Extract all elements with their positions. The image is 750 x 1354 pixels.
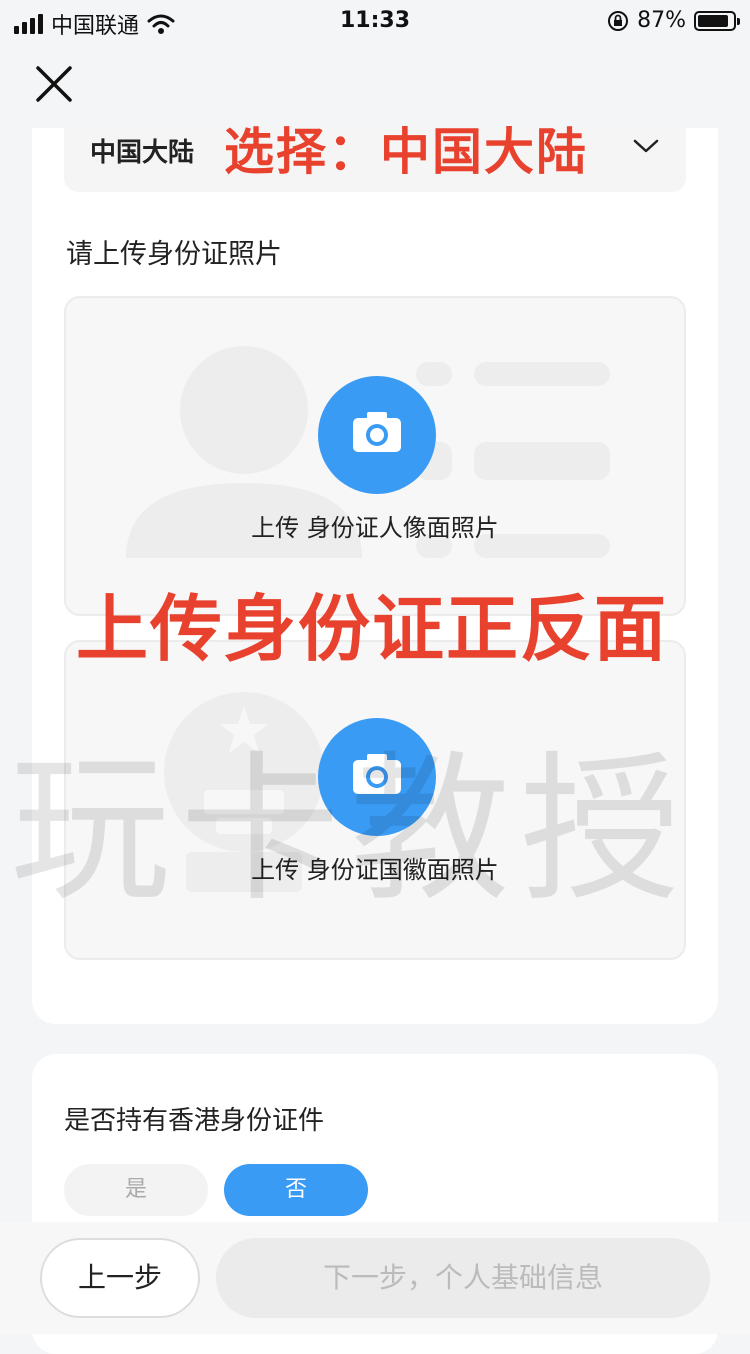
orientation-lock-icon [608,10,629,31]
hk-id-question: 是否持有香港身份证件 [64,1106,325,1136]
upload-title: 请上传身份证照片 [66,239,282,270]
close-button[interactable] [34,64,74,104]
bottom-action-bar: 上一步 下一步，个人基础信息 [0,1222,750,1334]
next-step-button[interactable]: 下一步，个人基础信息 [216,1238,710,1318]
previous-step-button[interactable]: 上一步 [40,1238,200,1318]
chevron-down-icon [633,139,659,153]
region-annotation: 选择：中国大陆 [224,123,588,181]
region-label: 中国大陆 [90,138,195,168]
camera-icon [353,412,401,452]
option-yes-button[interactable]: 是 [64,1164,208,1216]
battery-percent: 87% [637,8,686,33]
upload-front-label: 上传 身份证人像面照片 [251,514,499,542]
status-bar: 中国联通 11:33 87% [0,0,750,44]
watermark: 玩卡教授 [10,736,691,923]
option-no-button[interactable]: 否 [224,1164,368,1216]
instruction-annotation: 上传身份证正反面 [76,587,669,671]
upload-front-box[interactable]: 上传 身份证人像面照片 [64,296,686,616]
battery-icon [694,10,740,31]
region-select[interactable]: 中国大陆 选择：中国大陆 [64,123,686,192]
camera-upload-front-button[interactable] [318,376,436,494]
